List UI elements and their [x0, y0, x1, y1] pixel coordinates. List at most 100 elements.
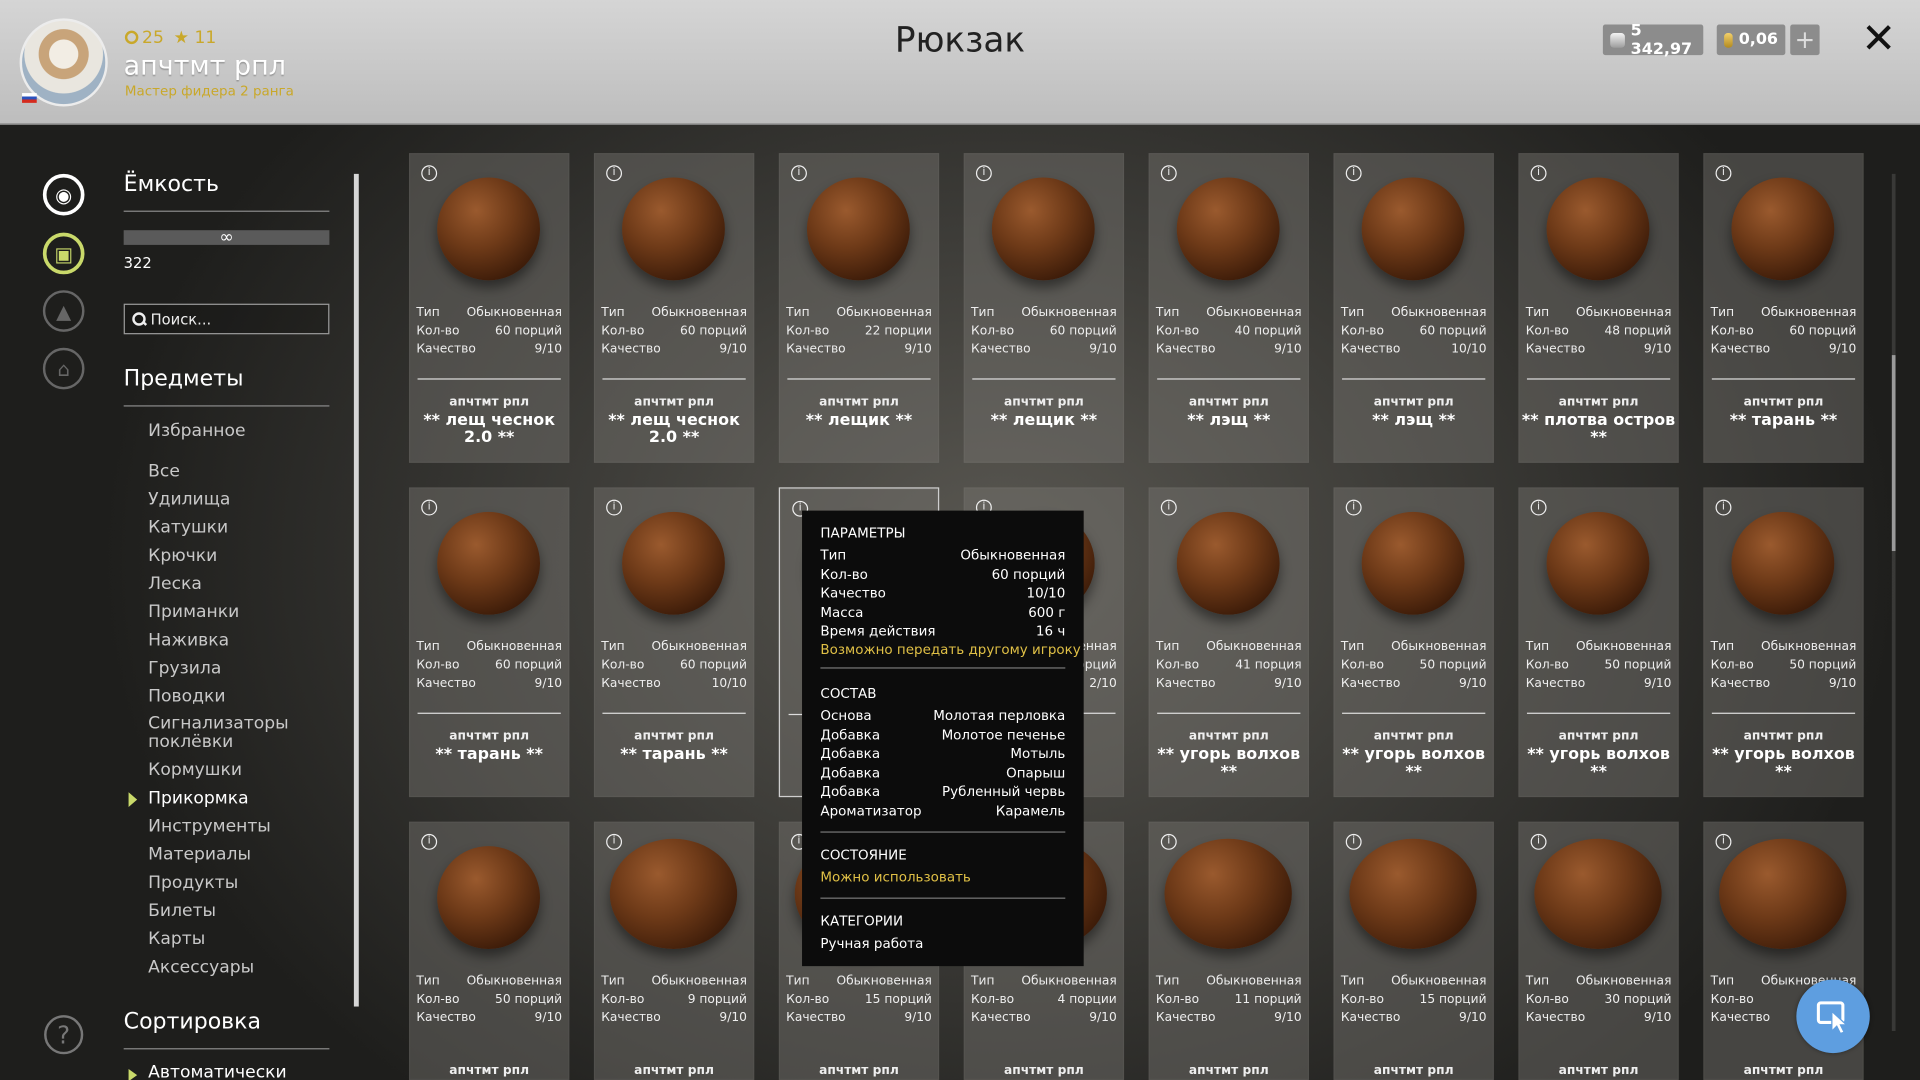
item-card[interactable]: i Тип Обыкновенная Кол-во 15 порций Качество 9…	[1333, 821, 1494, 1080]
item-owner: апчтмт рпл	[1003, 1064, 1084, 1078]
flag-icon	[22, 93, 37, 103]
param-qty: Кол-во 60 порций	[1711, 324, 1857, 337]
grid-scrollbar[interactable]	[1891, 173, 1896, 1032]
side-scrollbar[interactable]	[353, 173, 359, 1007]
help-button[interactable]: ?	[44, 1015, 84, 1055]
category-item[interactable]: Продукты	[148, 874, 238, 892]
item-card[interactable]: i Тип Обыкновенная Кол-во 60 порций Качество 1…	[593, 487, 755, 798]
item-card[interactable]: i Тип Обыкновенная Кол-во 22 порции Качество 9…	[778, 153, 940, 463]
category-item[interactable]: Поводки	[148, 688, 225, 706]
param-value: 15 порций	[1419, 993, 1487, 1007]
category-item[interactable]: Все	[148, 462, 180, 481]
category-item[interactable]: Приманки	[148, 603, 239, 622]
item-card[interactable]: i Тип Обыкновенная Кол-во 30 порций Качество 9…	[1518, 821, 1679, 1080]
info-icon[interactable]: i	[791, 165, 807, 182]
category-item[interactable]: Катушки	[148, 519, 228, 537]
item-card[interactable]: i Тип Обыкновенная Кол-во 41 порция Качество 9…	[1148, 487, 1309, 798]
item-card[interactable]: i Тип Обыкновенная Кол-во 60 порций Качество 9…	[1703, 153, 1864, 463]
param-label: Кол-во	[416, 658, 460, 673]
info-icon[interactable]: i	[1530, 499, 1547, 516]
category-item[interactable]: Карты	[148, 930, 205, 949]
item-owner: апчтмт рпл	[1188, 729, 1269, 744]
category-item[interactable]: Сигнализаторы поклёвки	[148, 714, 332, 752]
item-card[interactable]: i Тип Обыкновенная Кол-во 9 порций Качество 9/…	[593, 821, 755, 1080]
info-icon[interactable]: i	[1160, 499, 1177, 516]
info-icon[interactable]: i	[1715, 833, 1732, 850]
boat-icon[interactable]: ▲	[42, 290, 85, 332]
info-icon[interactable]: i	[1345, 499, 1362, 516]
card-divider	[417, 378, 561, 380]
category-item[interactable]: Прикормка	[148, 789, 248, 808]
category-item[interactable]: Крючки	[148, 547, 217, 565]
info-icon[interactable]: i	[1345, 833, 1362, 850]
info-icon[interactable]: i	[1715, 165, 1732, 182]
item-card[interactable]: i Тип Обыкновенная Кол-во 50 порций Качество 9…	[408, 821, 570, 1080]
param-value: 9/10	[1643, 677, 1672, 691]
info-icon[interactable]: i	[1160, 165, 1177, 182]
info-icon[interactable]: i	[975, 165, 992, 182]
category-item[interactable]: Билеты	[148, 902, 216, 920]
info-icon[interactable]: i	[421, 499, 438, 516]
item-card[interactable]: i Тип Обыкновенная Кол-во 50 порций Качество 9…	[1333, 487, 1494, 798]
item-name: ** лэщ **	[1187, 411, 1271, 430]
param-quality: Качество 9/10	[1156, 343, 1302, 356]
info-icon[interactable]: i	[1530, 165, 1547, 182]
tooltip-composition-title: СОСТАВ	[820, 685, 877, 702]
tooltip-transfer: Возможно передать другому игроку	[820, 641, 1081, 658]
fish-keepnet-icon[interactable]: ◉	[42, 173, 85, 216]
close-button[interactable]: ✕	[1861, 17, 1896, 61]
param-value: 9/10	[1089, 342, 1117, 357]
item-card[interactable]: i Тип Обыкновенная Кол-во 50 порций Качество 9…	[1703, 487, 1864, 798]
info-icon[interactable]: i	[421, 165, 438, 182]
backpack-icon[interactable]: ▣	[42, 232, 85, 275]
info-icon[interactable]: i	[1160, 833, 1177, 850]
item-card[interactable]: i Тип Обыкновенная Кол-во 48 порций Качество 9…	[1518, 153, 1679, 463]
param-type: Тип Обыкновенная	[416, 306, 562, 319]
category-item[interactable]: Инструменты	[148, 817, 271, 836]
item-card[interactable]: i Тип Обыкновенная Кол-во 60 порций Качество 9…	[593, 153, 755, 463]
item-card[interactable]: i Тип Обыкновенная Кол-во 60 порций Качество 9…	[963, 153, 1125, 463]
search-box[interactable]	[123, 303, 330, 335]
info-icon[interactable]: i	[606, 833, 623, 850]
category-item[interactable]: Леска	[148, 575, 202, 594]
category-favorites[interactable]: Избранное	[148, 422, 245, 440]
grid-scroll-thumb[interactable]	[1891, 355, 1896, 552]
param-quality: Качество 9/10	[971, 343, 1117, 356]
tooltip-composition-label: Ароматизатор	[820, 802, 922, 819]
item-card[interactable]: i Тип Обыкновенная Кол-во 50 порций Качество 9…	[1518, 487, 1679, 798]
info-icon[interactable]: i	[1530, 833, 1547, 850]
item-card[interactable]: i Тип Обыкновенная Кол-во 40 порций Качество 9…	[1148, 153, 1309, 463]
category-item[interactable]: Аксессуары	[148, 958, 254, 977]
info-icon[interactable]: i	[606, 499, 623, 516]
param-value: Обыкновенная	[1576, 974, 1672, 989]
category-item[interactable]: Кормушки	[148, 761, 242, 780]
category-item[interactable]: Грузила	[148, 659, 221, 678]
item-card[interactable]: i Тип Обыкновенная Кол-во 60 порций Качество 9…	[408, 487, 570, 798]
add-gold-button[interactable]: +	[1790, 24, 1820, 56]
param-label: Кол-во	[1525, 993, 1569, 1007]
search-icon	[132, 312, 146, 326]
category-item[interactable]: Материалы	[148, 846, 251, 864]
cursor-mode-button[interactable]	[1796, 979, 1870, 1054]
info-icon[interactable]: i	[421, 833, 438, 850]
info-icon[interactable]: i	[1345, 165, 1362, 182]
tooltip-divider	[820, 897, 1066, 899]
param-value: 60 порций	[1419, 324, 1487, 338]
info-icon[interactable]: i	[1715, 499, 1732, 516]
param-label: Качество	[1525, 1011, 1586, 1025]
param-label: Качество	[971, 342, 1031, 357]
groundbait-image	[1731, 511, 1835, 615]
item-card[interactable]: i Тип Обыкновенная Кол-во 60 порций Качество 9…	[408, 153, 570, 463]
item-card[interactable]: i Тип Обыкновенная Кол-во 11 порций Качество 9…	[1148, 821, 1309, 1080]
card-divider	[602, 378, 746, 380]
info-icon[interactable]: i	[606, 165, 623, 182]
sort-option[interactable]: Автоматически	[148, 1063, 286, 1080]
param-value: 41 порция	[1235, 658, 1302, 673]
item-card[interactable]: i Тип Обыкновенная Кол-во 60 порций Качество 1…	[1333, 153, 1494, 463]
category-item[interactable]: Наживка	[148, 631, 229, 650]
home-icon[interactable]: ⌂	[42, 347, 85, 390]
search-input[interactable]	[150, 310, 323, 328]
category-item[interactable]: Удилища	[148, 490, 230, 509]
param-type: Тип Обыкновенная	[601, 975, 747, 988]
param-type: Тип Обыкновенная	[1156, 975, 1302, 988]
